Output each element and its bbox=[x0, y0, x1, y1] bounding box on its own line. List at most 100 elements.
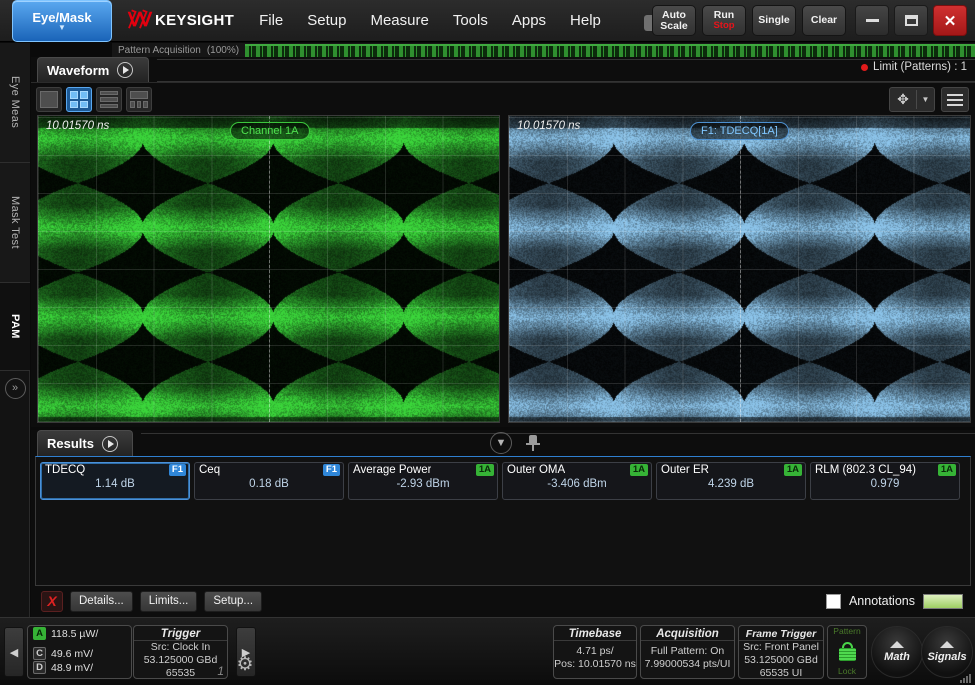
annotations-group: Annotations bbox=[826, 594, 971, 609]
pan-mode-button[interactable]: ✥ ▼ bbox=[889, 87, 935, 112]
limit-patterns-note: Limit (Patterns) : 1 bbox=[861, 61, 967, 73]
trigger-box[interactable]: Trigger Src: Clock In 53.125000 GBd 6553… bbox=[133, 625, 228, 679]
clear-measurements-button[interactable]: X bbox=[41, 591, 63, 612]
minimize-button[interactable] bbox=[855, 5, 889, 36]
measurement-name: TDECQ bbox=[45, 464, 85, 476]
source-badge: 1A bbox=[784, 464, 802, 476]
eye-diagram-channel-1a[interactable]: 10.01570 ns Channel 1A bbox=[37, 115, 500, 423]
clear-button[interactable]: Clear bbox=[802, 5, 846, 36]
layout-button-group bbox=[36, 87, 152, 112]
math-knob-label: Math bbox=[884, 651, 910, 663]
annotations-checkbox[interactable] bbox=[826, 594, 841, 609]
sidebar-expand-button[interactable]: » bbox=[0, 371, 30, 405]
eye-diagram-tdecq-1a[interactable]: 10.01570 ns F1: TDECQ[1A] bbox=[508, 115, 971, 423]
source-badge: F1 bbox=[323, 464, 340, 476]
measurement-card-rlm[interactable]: RLM (802.3 CL_94) 1A 0.979 bbox=[810, 462, 960, 500]
keysight-wave-icon: ℣℣ bbox=[128, 11, 150, 30]
run-stop-button[interactable]: Run Stop bbox=[702, 5, 746, 36]
timebase-box[interactable]: Timebase 4.71 ps/ Pos: 10.01570 ns bbox=[553, 625, 637, 679]
channel-scale-box[interactable]: A 118.5 µW/ C 49.6 mV/ D 48.9 mV/ bbox=[27, 625, 132, 679]
sidebar-item-label: Eye Meas bbox=[9, 76, 21, 128]
sidebar-item-pam[interactable]: PAM bbox=[0, 283, 30, 371]
auto-scale-button[interactable]: Auto Scale bbox=[652, 5, 696, 36]
results-collapse-button[interactable]: ▼ bbox=[490, 432, 512, 454]
menu-item-setup[interactable]: Setup bbox=[296, 7, 357, 34]
chevron-right-double-icon: » bbox=[5, 378, 26, 399]
signals-knob-button[interactable]: Signals bbox=[921, 626, 973, 678]
measurement-name: Outer ER bbox=[661, 464, 709, 476]
menu-item-apps[interactable]: Apps bbox=[501, 7, 557, 34]
close-button[interactable]: ✕ bbox=[933, 5, 967, 36]
menu-item-tools[interactable]: Tools bbox=[442, 7, 499, 34]
maximize-button[interactable] bbox=[894, 5, 928, 36]
menu-item-help[interactable]: Help bbox=[559, 7, 612, 34]
menu-item-file[interactable]: File bbox=[248, 7, 294, 34]
sidebar-item-mask-test[interactable]: Mask Test bbox=[0, 163, 30, 283]
source-badge: 1A bbox=[938, 464, 956, 476]
frame-trigger-rate: 53.125000 GBd bbox=[739, 654, 823, 667]
pattern-lock-bottom-label: Lock bbox=[828, 666, 866, 676]
channel-row-a[interactable]: A 118.5 µW/ bbox=[28, 626, 131, 640]
pattern-lock-indicator[interactable]: Pattern Lock bbox=[827, 625, 867, 679]
measurement-card-outer-oma[interactable]: Outer OMA 1A -3.406 dBm bbox=[502, 462, 652, 500]
waveform-menu-button[interactable] bbox=[941, 87, 969, 112]
eye-source-badge-function[interactable]: F1: TDECQ[1A] bbox=[690, 122, 789, 140]
waveform-tab-rail bbox=[157, 59, 975, 82]
eye-time-label: 10.01570 ns bbox=[517, 120, 580, 132]
measurement-card-list: TDECQ F1 1.14 dB Ceq F1 0.18 dB Average … bbox=[36, 457, 970, 505]
menu-bar: Eye/Mask ▼ ℣℣ KEYSIGHT File Setup Measur… bbox=[0, 0, 975, 42]
pin-icon[interactable] bbox=[525, 434, 541, 452]
measurement-card-ceq[interactable]: Ceq F1 0.18 dB bbox=[194, 462, 344, 500]
layout-quad-button[interactable] bbox=[66, 87, 92, 112]
layout-single-button[interactable] bbox=[36, 87, 62, 112]
math-knob-button[interactable]: Math bbox=[871, 626, 923, 678]
lock-icon bbox=[828, 636, 866, 666]
play-icon[interactable] bbox=[117, 62, 133, 78]
play-icon[interactable] bbox=[102, 436, 118, 452]
measurement-card-tdecq[interactable]: TDECQ F1 1.14 dB bbox=[40, 462, 190, 500]
channel-row-d[interactable]: D 48.9 mV/ bbox=[28, 660, 131, 674]
status-bar: ◀ ▶ A 118.5 µW/ C 49.6 mV/ D 48.9 mV/ Tr… bbox=[0, 617, 975, 685]
sidebar-item-eye-meas[interactable]: Eye Meas bbox=[0, 43, 30, 163]
layout-stacked-button[interactable] bbox=[96, 87, 122, 112]
limit-status-dot-icon bbox=[861, 64, 868, 71]
measurement-name: Ceq bbox=[199, 464, 220, 476]
measurement-name: Average Power bbox=[353, 464, 431, 476]
pattern-acquisition-progress bbox=[245, 44, 975, 57]
frame-trigger-box[interactable]: Frame Trigger Src: Front Panel 53.125000… bbox=[738, 625, 824, 679]
chevron-down-icon: ▼ bbox=[58, 25, 66, 31]
measurement-card-outer-er[interactable]: Outer ER 1A 4.239 dB bbox=[656, 462, 806, 500]
pattern-lock-top-label: Pattern bbox=[828, 626, 866, 636]
chevron-down-icon[interactable]: ▼ bbox=[917, 95, 934, 104]
channel-row-c[interactable]: C 49.6 mV/ bbox=[28, 646, 131, 660]
channel-value: 118.5 µW/ bbox=[51, 628, 98, 640]
menu-item-measure[interactable]: Measure bbox=[359, 7, 439, 34]
measurement-name: Outer OMA bbox=[507, 464, 565, 476]
tab-results[interactable]: Results bbox=[37, 430, 133, 456]
settings-gear-icon[interactable]: ⚙ bbox=[233, 652, 257, 676]
measurement-value: 1.14 dB bbox=[41, 478, 189, 490]
minimize-icon bbox=[866, 19, 879, 22]
measurement-card-average-power[interactable]: Average Power 1A -2.93 dBm bbox=[348, 462, 498, 500]
setup-button[interactable]: Setup... bbox=[204, 591, 262, 612]
layout-mixed-button[interactable] bbox=[126, 87, 152, 112]
brand-name: KEYSIGHT bbox=[155, 12, 234, 29]
details-button[interactable]: Details... bbox=[70, 591, 133, 612]
acquisition-box[interactable]: Acquisition Full Pattern: On 7.99000534 … bbox=[640, 625, 735, 679]
eye-center-marker bbox=[740, 116, 741, 422]
timebase-position: Pos: 10.01570 ns bbox=[554, 658, 636, 671]
measurement-value: -3.406 dBm bbox=[503, 478, 651, 490]
limits-button[interactable]: Limits... bbox=[140, 591, 198, 612]
mode-button-eye-mask[interactable]: Eye/Mask ▼ bbox=[12, 0, 112, 42]
status-scroll-left-button[interactable]: ◀ bbox=[4, 627, 24, 677]
frame-trigger-source: Src: Front Panel bbox=[739, 641, 823, 654]
channel-tag: C bbox=[33, 647, 46, 660]
results-footer: X Details... Limits... Setup... Annotati… bbox=[35, 588, 971, 614]
tab-waveform[interactable]: Waveform bbox=[37, 57, 149, 82]
triangle-up-icon bbox=[940, 641, 954, 648]
eye-source-badge-channel[interactable]: Channel 1A bbox=[230, 122, 310, 140]
annotations-color-swatch[interactable] bbox=[923, 594, 963, 609]
timebase-title: Timebase bbox=[554, 626, 636, 641]
measurement-value: 4.239 dB bbox=[657, 478, 805, 490]
single-button[interactable]: Single bbox=[752, 5, 796, 36]
